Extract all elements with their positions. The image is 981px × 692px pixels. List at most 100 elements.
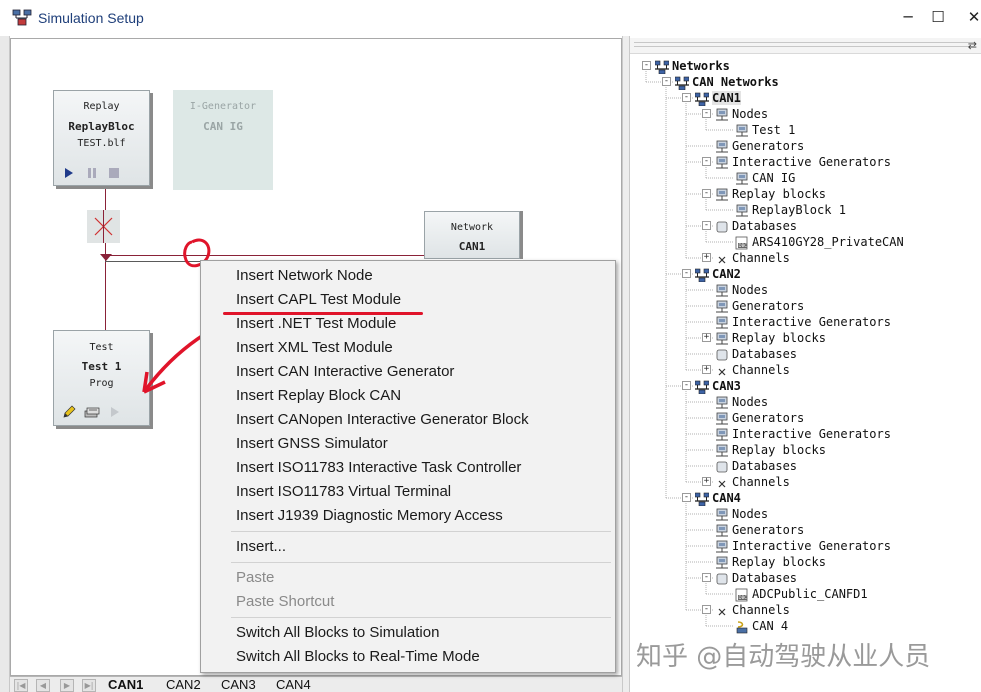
menu-insert-iso11783-virtual-terminal[interactable]: Insert ISO11783 Virtual Terminal <box>236 483 451 500</box>
expand-icon[interactable]: + <box>702 477 711 486</box>
network-icon <box>694 491 710 507</box>
node-icon <box>715 187 729 201</box>
panel-grip <box>634 42 974 43</box>
node-icon <box>715 395 729 409</box>
menu-insert-xml-test-module[interactable]: Insert XML Test Module <box>236 339 393 356</box>
database-icon <box>715 347 729 361</box>
interactive-generator-block[interactable]: I-Generator CAN IG <box>173 90 273 190</box>
collapse-icon[interactable]: - <box>662 77 671 86</box>
last-tab-icon[interactable]: ▶| <box>82 679 96 692</box>
node-icon <box>715 507 729 521</box>
menu-insert-iso11783-task-controller[interactable]: Insert ISO11783 Interactive Task Control… <box>236 459 521 476</box>
tree-node-label: Channels <box>732 251 790 265</box>
tree-node-label: ADCPublic_CANFD1 <box>752 587 868 601</box>
node-icon <box>715 139 729 153</box>
tree-node-label: Replay blocks <box>732 555 826 569</box>
collapse-icon[interactable]: - <box>702 109 711 118</box>
menu-switch-to-simulation[interactable]: Switch All Blocks to Simulation <box>236 624 439 641</box>
tab-can1[interactable]: CAN1 <box>102 677 143 692</box>
tree-node-label: Interactive Generators <box>732 539 891 553</box>
collapse-icon[interactable]: - <box>702 189 711 198</box>
collapse-icon[interactable]: - <box>702 605 711 614</box>
maximize-button[interactable]: ☐ <box>926 6 950 28</box>
tree-node-label: Test 1 <box>752 123 796 137</box>
minimize-button[interactable]: ─ <box>896 6 920 28</box>
edit-pencil-icon[interactable] <box>62 405 76 419</box>
menu-insert-replay-block-can[interactable]: Insert Replay Block CAN <box>236 387 401 404</box>
tab-can4[interactable]: CAN4 <box>270 677 311 692</box>
tree-node-label: Channels <box>732 363 790 377</box>
channel-icon <box>715 251 729 265</box>
menu-paste[interactable]: Paste <box>236 569 274 586</box>
collapse-icon[interactable]: - <box>682 269 691 278</box>
panel-grip <box>634 46 974 47</box>
tree-node-label: Replay blocks <box>732 187 826 201</box>
prev-tab-icon[interactable]: ◀ <box>36 679 50 692</box>
menu-separator <box>231 617 611 618</box>
menu-insert-j1939-diagnostic-memory-access[interactable]: Insert J1939 Diagnostic Memory Access <box>236 507 503 524</box>
expand-icon[interactable]: + <box>702 253 711 262</box>
tree-panel-header: ⇄ <box>630 38 981 54</box>
menu-insert-canopen-ig-block[interactable]: Insert CANopen Interactive Generator Blo… <box>236 411 529 428</box>
expand-icon[interactable]: + <box>702 333 711 342</box>
node-icon <box>715 107 729 121</box>
tree-node-label: Nodes <box>732 507 769 521</box>
expand-icon[interactable]: + <box>702 365 711 374</box>
menu-insert-can-interactive-generator[interactable]: Insert CAN Interactive Generator <box>236 363 454 380</box>
menu-insert-network-node[interactable]: Insert Network Node <box>236 267 373 284</box>
tree-node-label: CAN3 <box>712 379 741 393</box>
tree-node-label: Generators <box>732 411 805 425</box>
network-icon <box>654 59 670 75</box>
pause-icon[interactable] <box>87 168 97 178</box>
tree-node-label: Nodes <box>732 283 769 297</box>
config-stack-icon[interactable] <box>84 405 100 419</box>
title-bar: Simulation Setup ─ ☐ ✕ <box>0 0 981 36</box>
ig-block-type: I-Generator <box>189 101 257 112</box>
collapse-icon[interactable]: - <box>682 381 691 390</box>
tab-can3[interactable]: CAN3 <box>215 677 256 692</box>
tree-node-label: Nodes <box>732 395 769 409</box>
collapse-icon[interactable]: - <box>702 157 711 166</box>
play-icon[interactable] <box>64 168 74 178</box>
tree-node-label: Nodes <box>732 107 769 121</box>
tree-node-label: CAN4 <box>712 491 741 505</box>
tree-node-label: Interactive Generators <box>732 155 891 169</box>
tree-node-label: ReplayBlock 1 <box>752 203 846 217</box>
close-button[interactable]: ✕ <box>962 6 981 28</box>
tree-node-label: CAN Networks <box>692 75 779 89</box>
replay-block[interactable]: Replay ReplayBloc TEST.blf <box>53 90 150 186</box>
collapse-icon[interactable]: - <box>702 573 711 582</box>
node-icon <box>715 155 729 169</box>
channel-icon <box>715 475 729 489</box>
first-tab-icon[interactable]: |◀ <box>14 679 28 692</box>
tree-node-label: Generators <box>732 299 805 313</box>
stop-icon[interactable] <box>109 168 119 178</box>
left-edge <box>0 36 10 692</box>
menu-insert-gnss-simulator[interactable]: Insert GNSS Simulator <box>236 435 388 452</box>
collapse-icon[interactable]: - <box>702 221 711 230</box>
collapse-icon[interactable]: - <box>682 93 691 102</box>
panel-pin-icon[interactable]: ⇄ <box>968 39 977 52</box>
network-icon <box>694 267 710 283</box>
replay-block-type: Replay <box>83 101 120 112</box>
tree-node-label: Databases <box>732 347 798 361</box>
next-tab-icon[interactable]: ▶ <box>60 679 74 692</box>
menu-insert-dotnet-test-module[interactable]: Insert .NET Test Module <box>236 315 396 332</box>
menu-insert-capl-test-module[interactable]: Insert CAPL Test Module <box>236 291 401 308</box>
tree-node-label: Generators <box>732 523 805 537</box>
menu-insert-more[interactable]: Insert... <box>236 538 286 555</box>
database-icon <box>715 571 729 585</box>
menu-switch-to-realtime[interactable]: Switch All Blocks to Real-Time Mode <box>236 648 480 665</box>
panel-splitter[interactable] <box>622 36 630 692</box>
tab-can2[interactable]: CAN2 <box>160 677 201 692</box>
run-icon[interactable] <box>110 407 120 417</box>
tree-node-label: Networks <box>672 59 730 73</box>
node-icon <box>715 555 729 569</box>
node-icon <box>715 331 729 345</box>
network-block[interactable]: Network CAN1 <box>424 211 520 259</box>
collapse-icon[interactable]: - <box>642 61 651 70</box>
tree-node-label: CAN1 <box>712 91 741 105</box>
menu-paste-shortcut[interactable]: Paste Shortcut <box>236 593 334 610</box>
simulation-setup-icon <box>12 9 32 26</box>
collapse-icon[interactable]: - <box>682 493 691 502</box>
